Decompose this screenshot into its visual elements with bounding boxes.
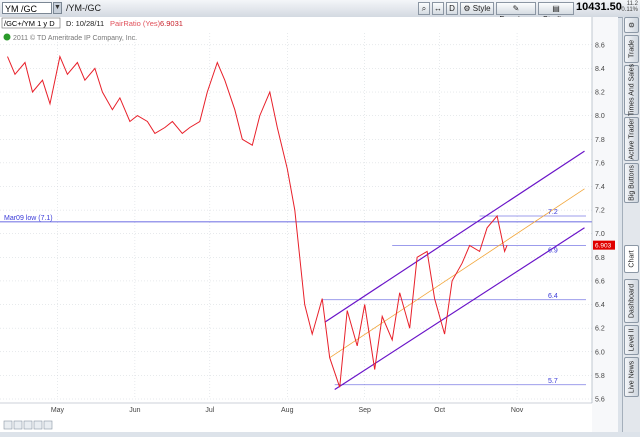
- zoom-out-icon[interactable]: [3, 420, 13, 430]
- study-value: 6.9031: [160, 19, 183, 28]
- mar09-low-label: Mar09 low (7.1): [4, 215, 53, 222]
- td-logo-icon: [3, 33, 11, 41]
- chart-area[interactable]: 8.6 8.4 8.2 8.0 7.8 7.6 7.4 7.2 7.0 6.8 6.6 6.4 6.2 6…: [0, 17, 618, 432]
- y-tick-label: 7.2: [595, 208, 605, 215]
- y-tick-label: 7.4: [595, 184, 605, 191]
- sidebar-tab-trade[interactable]: Trade: [624, 35, 639, 63]
- level-label-69: 6.9: [548, 248, 558, 255]
- x-tick-label: Aug: [281, 407, 294, 414]
- y-tick-label: 7.6: [595, 160, 605, 167]
- sidebar-tab-label: Trade: [628, 39, 635, 59]
- y-tick-label: 8.4: [595, 66, 605, 73]
- y-tick-label: 6.4: [595, 302, 605, 309]
- y-tick-label: 6.0: [595, 349, 605, 356]
- sidebar-tab-level-ii[interactable]: Level II: [624, 325, 639, 355]
- sidebar-tab-label: Times And Sales: [628, 63, 635, 117]
- sidebar-tab-label: Live News: [628, 360, 635, 394]
- hline-labels: Mar09 low (7.1) 7.2 6.9 6.4 5.7: [4, 209, 558, 385]
- sidebar-tab-label: Dashboard: [628, 283, 635, 319]
- price-change: 11.2 +0.11%: [612, 1, 638, 13]
- crosshair-icon[interactable]: [23, 420, 33, 430]
- drawings-button[interactable]: ✎ Drawings: [496, 2, 536, 24]
- settings-icon[interactable]: [33, 420, 43, 430]
- sidebar-tab-active-trader[interactable]: Active Trader: [624, 117, 639, 161]
- y-tick-label: 6.2: [595, 326, 605, 333]
- expand-icon[interactable]: [43, 420, 53, 430]
- studies-button[interactable]: ▤ Studies: [538, 2, 574, 24]
- zoom-button[interactable]: ⌕: [418, 2, 430, 15]
- x-tick-label: Nov: [511, 407, 524, 414]
- level-label-72: 7.2: [548, 209, 558, 216]
- pan-button[interactable]: ↔: [432, 2, 444, 15]
- level-label-64: 6.4: [548, 293, 558, 300]
- study-name: PairRatio (Yes): [110, 19, 161, 28]
- chart-toolbar: YM /GC ▼ /YM-/GC ⌕ ↔ D ⚙ Style ✎ Drawing…: [0, 0, 640, 24]
- symbol-dropdown-icon[interactable]: ▼: [53, 2, 62, 14]
- symbol-label: /YM-/GC: [66, 3, 101, 13]
- period-button[interactable]: D: [446, 2, 458, 15]
- y-tick-label: 6.6: [595, 278, 605, 285]
- chart-date: D: 10/28/11: [66, 19, 104, 28]
- sidebar-tab-label: Chart: [628, 250, 635, 268]
- y-tick-label: 8.0: [595, 113, 605, 120]
- sidebar-tab-live-news[interactable]: Live News: [624, 357, 639, 397]
- chart-header: /GC+/YM 1 y D D: 10/28/11 PairRatio (Yes…: [1, 17, 183, 42]
- x-tick-label: Jun: [129, 407, 140, 414]
- style-button[interactable]: ⚙ Style: [460, 2, 494, 15]
- y-tick-label: 8.6: [595, 42, 605, 49]
- price-change-pct: +0.11%: [617, 7, 638, 13]
- sidebar-tab-chart[interactable]: Chart: [624, 245, 639, 273]
- pair-ratio-chart[interactable]: 8.6 8.4 8.2 8.0 7.8 7.6 7.4 7.2 7.0 6.8 6.6 6.4 6.2 6…: [0, 17, 618, 432]
- price-marker-value: 6.903: [595, 243, 612, 250]
- sidebar-tab-label: Active Trader: [628, 118, 635, 160]
- y-tick-label: 5.6: [595, 397, 605, 404]
- level-label-57: 5.7: [548, 378, 558, 385]
- sidebar-tab-times-and-sales[interactable]: Times And Sales: [624, 63, 639, 117]
- y-tick-label: 7.8: [595, 137, 605, 144]
- right-sidebar: ⚙ Trade Times And Sales Active Trader Bi…: [622, 17, 640, 432]
- x-tick-label: Sep: [358, 407, 371, 414]
- price-marker: 6.903: [593, 240, 615, 250]
- x-tick-label: Jul: [205, 407, 214, 414]
- upper-channel-line: [324, 150, 585, 323]
- sidebar-tab-big-buttons[interactable]: Big Buttons: [624, 163, 639, 203]
- y-tick-label: 6.8: [595, 255, 605, 262]
- price-axis-bg: [592, 17, 618, 432]
- sidebar-tab-label: Big Buttons: [628, 165, 635, 201]
- y-tick-label: 7.0: [595, 231, 605, 238]
- chart-symbol-line: /GC+/YM 1 y D: [4, 19, 55, 28]
- sidebar-tab-dashboard[interactable]: Dashboard: [624, 279, 639, 323]
- symbol-input[interactable]: YM /GC: [2, 2, 52, 14]
- x-tick-label: May: [51, 407, 65, 414]
- zoom-in-icon[interactable]: [13, 420, 23, 430]
- copyright-text: 2011 © TD Ameritrade IP Company, Inc.: [13, 34, 137, 42]
- x-tick-label: Oct: [434, 407, 445, 414]
- chart-footer: [3, 420, 53, 430]
- sidebar-gear-icon[interactable]: ⚙: [624, 17, 639, 33]
- midline-line: [329, 188, 585, 359]
- sidebar-tab-label: Level II: [628, 328, 635, 352]
- y-tick-label: 5.8: [595, 373, 605, 380]
- y-tick-label: 8.2: [595, 90, 605, 97]
